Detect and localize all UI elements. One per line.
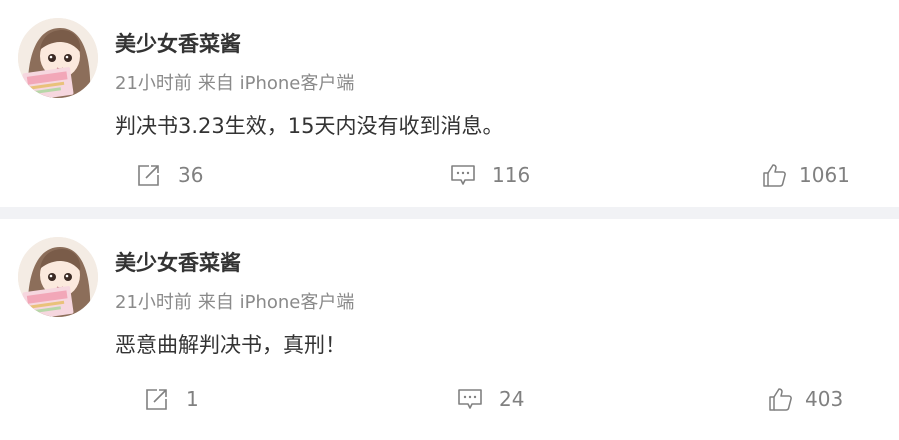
comment-count: 24: [499, 387, 525, 411]
like-count: 403: [805, 387, 844, 411]
avatar[interactable]: [18, 18, 98, 98]
post-card: 美少女香菜酱 21小时前 来自 iPhone客户端 恶意曲解判决书，真刑！ 1 2…: [0, 219, 899, 440]
like-button[interactable]: 1061: [761, 160, 850, 190]
comment-button[interactable]: 24: [457, 384, 524, 414]
repost-count: 1: [186, 387, 199, 411]
comment-button[interactable]: 116: [450, 160, 530, 190]
post-divider: [0, 207, 899, 219]
post-time[interactable]: 21小时前: [115, 292, 192, 313]
like-button[interactable]: 403: [767, 384, 843, 414]
like-count: 1061: [799, 163, 850, 187]
repost-count: 36: [178, 163, 204, 187]
author-name[interactable]: 美少女香菜酱: [115, 247, 241, 277]
like-icon: [761, 162, 787, 188]
post-source: 来自 iPhone客户端: [197, 292, 355, 313]
author-name[interactable]: 美少女香菜酱: [115, 28, 241, 58]
post-card: 美少女香菜酱 21小时前 来自 iPhone客户端 判决书3.23生效，15天内没…: [0, 0, 899, 207]
repost-icon: [144, 386, 170, 412]
post-time[interactable]: 21小时前: [115, 73, 192, 94]
comment-count: 116: [492, 163, 531, 187]
repost-icon: [136, 162, 162, 188]
post-source: 来自 iPhone客户端: [197, 73, 355, 94]
post-meta: 21小时前 来自 iPhone客户端: [115, 69, 354, 95]
avatar[interactable]: [18, 237, 98, 317]
comment-icon: [450, 162, 476, 188]
repost-button[interactable]: 1: [144, 384, 199, 414]
repost-button[interactable]: 36: [136, 160, 203, 190]
like-icon: [767, 386, 793, 412]
comment-icon: [457, 386, 483, 412]
post-meta: 21小时前 来自 iPhone客户端: [115, 288, 354, 314]
post-text: 判决书3.23生效，15天内没有收到消息。: [115, 114, 504, 138]
post-text: 恶意曲解判决书，真刑！: [115, 333, 346, 357]
